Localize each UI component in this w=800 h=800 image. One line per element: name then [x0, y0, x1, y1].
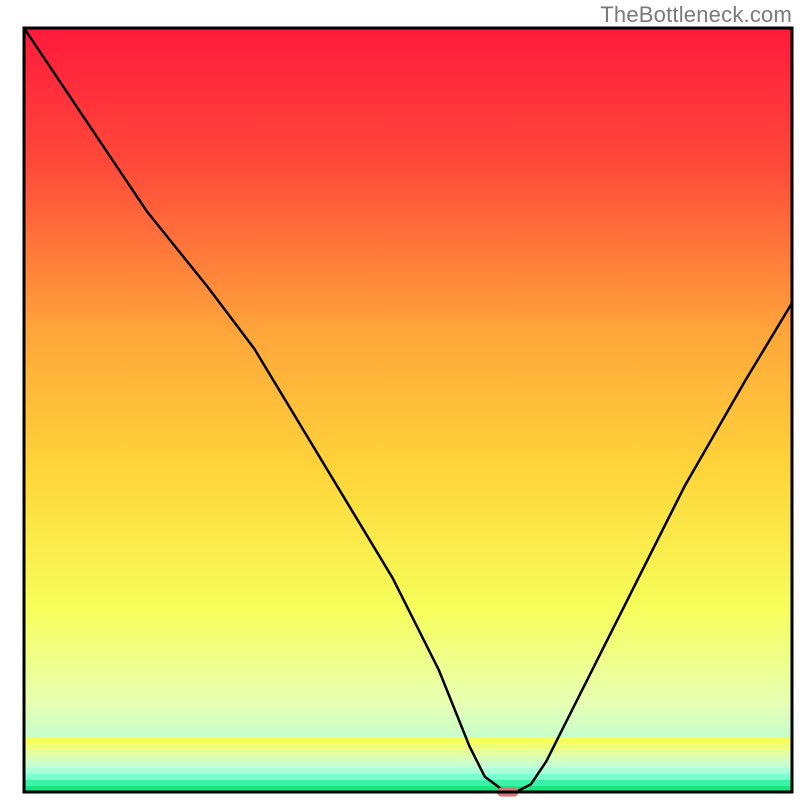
watermark-text: TheBottleneck.com	[600, 2, 792, 28]
chart-container: TheBottleneck.com	[0, 0, 800, 800]
gradient-background	[24, 28, 792, 792]
plot-area	[24, 28, 792, 797]
bottleneck-chart	[0, 0, 800, 800]
bottom-color-bands	[24, 738, 792, 793]
